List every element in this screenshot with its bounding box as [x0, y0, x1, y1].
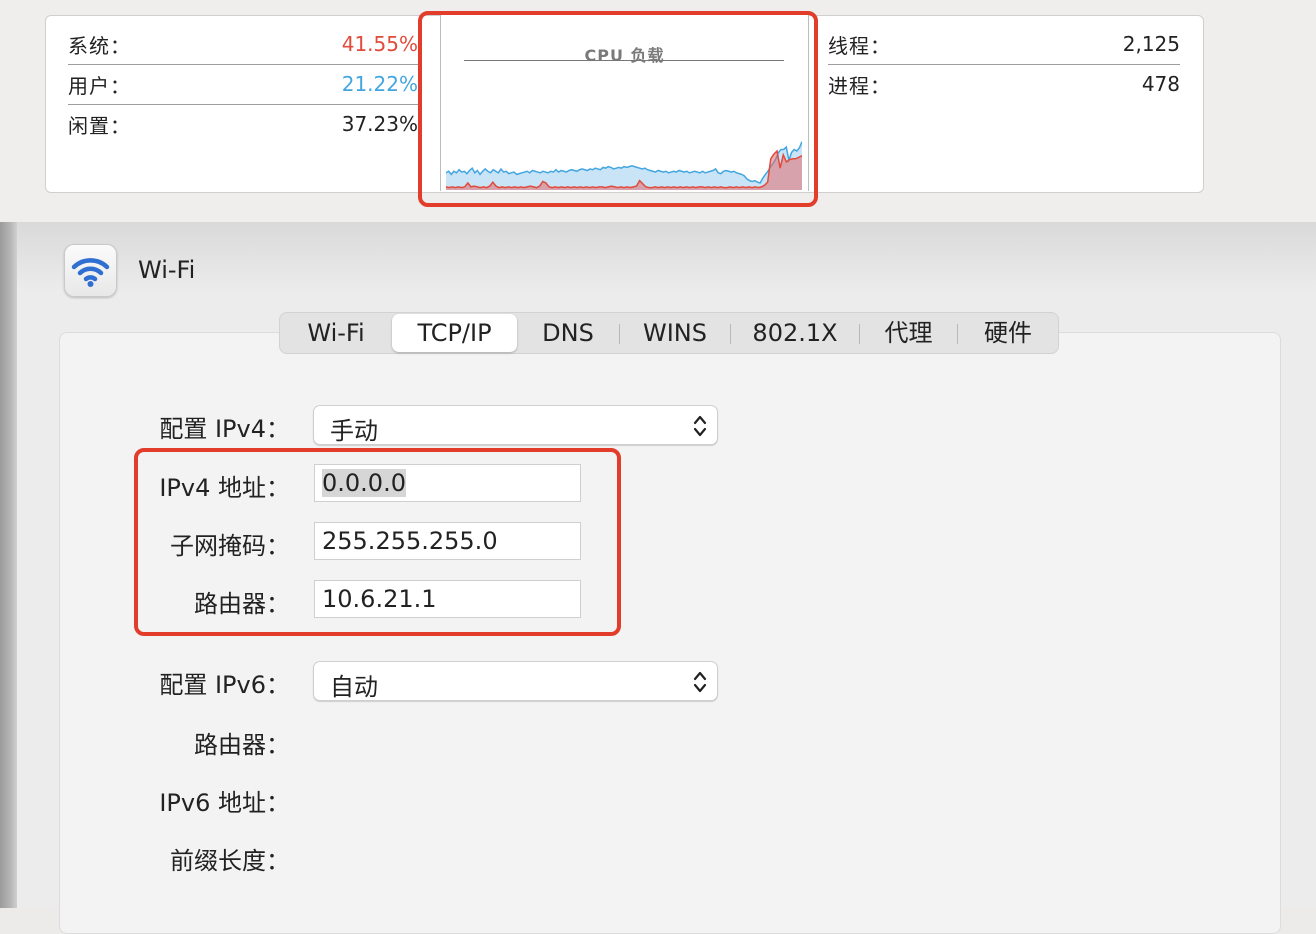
- configure-ipv6-label: 配置 IPv6：: [159, 671, 290, 699]
- tab-8021x[interactable]: 802.1X: [731, 313, 859, 353]
- configure-ipv4-label: 配置 IPv4：: [159, 415, 290, 443]
- stat-user: 用户： 21.22%: [68, 64, 418, 105]
- tab-bar: Wi-Fi TCP/IP DNS WINS 802.1X 代理 硬件: [279, 312, 1059, 354]
- router-v6-label: 路由器：: [194, 731, 290, 759]
- tab-hardware[interactable]: 硬件: [958, 313, 1058, 353]
- stat-idle-value: 37.23%: [341, 112, 418, 136]
- stat-processes-label: 进程：: [828, 73, 891, 98]
- stat-idle-label: 闲置：: [68, 113, 131, 138]
- stat-idle: 闲置： 37.23%: [68, 104, 418, 144]
- configure-ipv6-value: 自动: [330, 673, 378, 701]
- stat-processes-value: 478: [1141, 72, 1180, 96]
- stat-system: 系统： 41.55%: [68, 24, 418, 65]
- stat-processes: 进程： 478: [828, 64, 1180, 104]
- stat-user-value: 21.22%: [341, 72, 418, 96]
- configure-ipv6-select[interactable]: 自动: [313, 661, 718, 701]
- ipv4-highlight-box: [134, 448, 621, 636]
- updown-chevron-icon: [693, 415, 707, 437]
- stat-system-label: 系统：: [68, 33, 131, 58]
- cpu-highlight-box: [418, 11, 818, 207]
- stat-threads-label: 线程：: [828, 33, 891, 58]
- configure-ipv4-select[interactable]: 手动: [313, 405, 718, 445]
- tab-tcpip[interactable]: TCP/IP: [392, 314, 517, 352]
- tab-wins[interactable]: WINS: [620, 313, 730, 353]
- ipv6-address-label: IPv6 地址：: [159, 789, 290, 817]
- configure-ipv4-value: 手动: [330, 417, 378, 445]
- service-title: Wi-Fi: [138, 256, 196, 284]
- stat-system-value: 41.55%: [341, 32, 418, 56]
- updown-chevron-icon: [693, 671, 707, 693]
- tab-wifi[interactable]: Wi-Fi: [280, 313, 392, 353]
- stat-user-label: 用户：: [68, 73, 131, 98]
- prefix-length-label: 前缀长度：: [170, 847, 290, 875]
- stat-threads-value: 2,125: [1122, 32, 1180, 56]
- tab-proxy[interactable]: 代理: [860, 313, 957, 353]
- stat-threads: 线程： 2,125: [828, 24, 1180, 65]
- wifi-icon: [64, 244, 117, 297]
- tab-dns[interactable]: DNS: [517, 313, 619, 353]
